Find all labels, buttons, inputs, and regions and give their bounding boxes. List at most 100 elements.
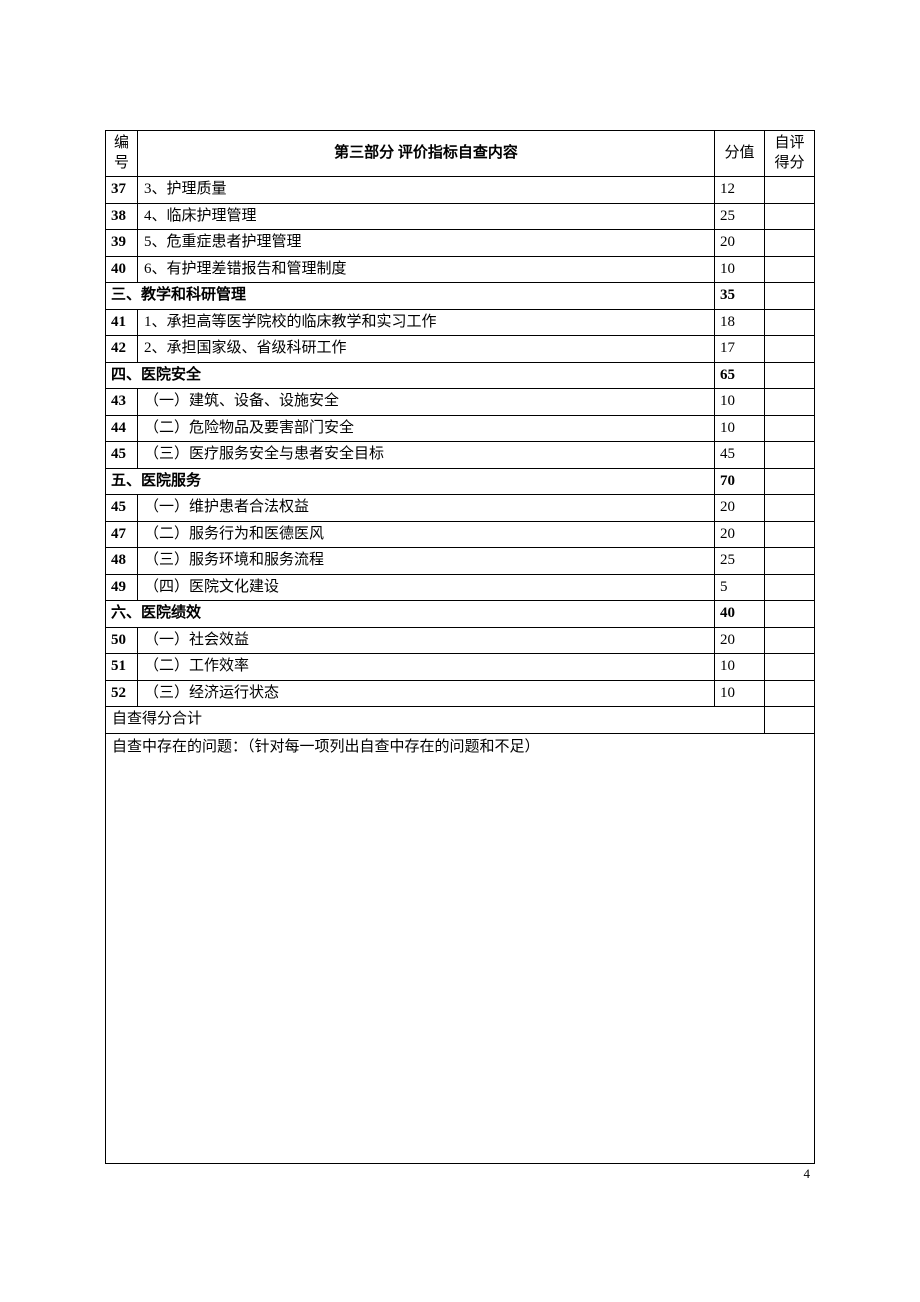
row-self-score bbox=[765, 177, 815, 204]
row-content: （二）危险物品及要害部门安全 bbox=[138, 415, 715, 442]
row-content: 6、有护理差错报告和管理制度 bbox=[138, 256, 715, 283]
row-self-score bbox=[765, 680, 815, 707]
row-id: 42 bbox=[106, 336, 138, 363]
table-row: 52（三）经济运行状态10 bbox=[106, 680, 815, 707]
row-id: 49 bbox=[106, 574, 138, 601]
row-score: 5 bbox=[715, 574, 765, 601]
total-row: 自查得分合计 bbox=[106, 707, 815, 734]
row-self-score bbox=[765, 442, 815, 469]
row-content: 4、临床护理管理 bbox=[138, 203, 715, 230]
table-row: 51（二）工作效率10 bbox=[106, 654, 815, 681]
row-content: 1、承担高等医学院校的临床教学和实习工作 bbox=[138, 309, 715, 336]
table-row: 50（一）社会效益20 bbox=[106, 627, 815, 654]
row-score: 10 bbox=[715, 415, 765, 442]
row-self-score bbox=[765, 574, 815, 601]
row-score: 10 bbox=[715, 654, 765, 681]
row-score: 10 bbox=[715, 680, 765, 707]
table-row: 47（二）服务行为和医德医风20 bbox=[106, 521, 815, 548]
row-score: 12 bbox=[715, 177, 765, 204]
table-row: 四、医院安全65 bbox=[106, 362, 815, 389]
row-content: 2、承担国家级、省级科研工作 bbox=[138, 336, 715, 363]
section-self-score bbox=[765, 601, 815, 628]
section-self-score bbox=[765, 362, 815, 389]
table-row: 48（三）服务环境和服务流程25 bbox=[106, 548, 815, 575]
row-self-score bbox=[765, 627, 815, 654]
table-row: 384、临床护理管理25 bbox=[106, 203, 815, 230]
section-label: 四、医院安全 bbox=[106, 362, 715, 389]
row-content: （三）经济运行状态 bbox=[138, 680, 715, 707]
row-content: （三）服务环境和服务流程 bbox=[138, 548, 715, 575]
header-self: 自评得分 bbox=[765, 131, 815, 177]
row-self-score bbox=[765, 548, 815, 575]
row-id: 50 bbox=[106, 627, 138, 654]
table-row: 422、承担国家级、省级科研工作17 bbox=[106, 336, 815, 363]
row-self-score bbox=[765, 521, 815, 548]
total-label: 自查得分合计 bbox=[106, 707, 765, 734]
row-id: 45 bbox=[106, 442, 138, 469]
section-self-score bbox=[765, 468, 815, 495]
row-score: 17 bbox=[715, 336, 765, 363]
header-content: 第三部分 评价指标自查内容 bbox=[138, 131, 715, 177]
row-content: （二）工作效率 bbox=[138, 654, 715, 681]
table-row: 44（二）危险物品及要害部门安全10 bbox=[106, 415, 815, 442]
table-row: 45（一）维护患者合法权益20 bbox=[106, 495, 815, 522]
row-score: 20 bbox=[715, 521, 765, 548]
row-id: 52 bbox=[106, 680, 138, 707]
row-id: 43 bbox=[106, 389, 138, 416]
table-row: 406、有护理差错报告和管理制度10 bbox=[106, 256, 815, 283]
row-self-score bbox=[765, 495, 815, 522]
row-score: 25 bbox=[715, 203, 765, 230]
section-score: 70 bbox=[715, 468, 765, 495]
total-self-score bbox=[765, 707, 815, 734]
row-id: 37 bbox=[106, 177, 138, 204]
table-row: 五、医院服务70 bbox=[106, 468, 815, 495]
row-score: 20 bbox=[715, 627, 765, 654]
header-score: 分值 bbox=[715, 131, 765, 177]
row-content: （一）建筑、设备、设施安全 bbox=[138, 389, 715, 416]
row-content: 5、危重症患者护理管理 bbox=[138, 230, 715, 257]
row-score: 18 bbox=[715, 309, 765, 336]
table-row: 43（一）建筑、设备、设施安全10 bbox=[106, 389, 815, 416]
row-self-score bbox=[765, 336, 815, 363]
table-row: 373、护理质量12 bbox=[106, 177, 815, 204]
section-score: 65 bbox=[715, 362, 765, 389]
table-row: 45（三）医疗服务安全与患者安全目标45 bbox=[106, 442, 815, 469]
table-header-row: 编号 第三部分 评价指标自查内容 分值 自评得分 bbox=[106, 131, 815, 177]
table-row: 六、医院绩效40 bbox=[106, 601, 815, 628]
row-self-score bbox=[765, 203, 815, 230]
row-id: 38 bbox=[106, 203, 138, 230]
section-label: 五、医院服务 bbox=[106, 468, 715, 495]
table-row: 49（四）医院文化建设5 bbox=[106, 574, 815, 601]
row-score: 10 bbox=[715, 389, 765, 416]
notes-row: 自查中存在的问题：（针对每一项列出自查中存在的问题和不足） bbox=[106, 733, 815, 1163]
table-row: 411、承担高等医学院校的临床教学和实习工作18 bbox=[106, 309, 815, 336]
row-id: 40 bbox=[106, 256, 138, 283]
row-score: 20 bbox=[715, 495, 765, 522]
row-score: 20 bbox=[715, 230, 765, 257]
section-label: 三、教学和科研管理 bbox=[106, 283, 715, 310]
row-self-score bbox=[765, 256, 815, 283]
section-score: 40 bbox=[715, 601, 765, 628]
page-number: 4 bbox=[804, 1166, 811, 1182]
row-id: 48 bbox=[106, 548, 138, 575]
row-content: 3、护理质量 bbox=[138, 177, 715, 204]
row-id: 51 bbox=[106, 654, 138, 681]
row-id: 41 bbox=[106, 309, 138, 336]
row-id: 39 bbox=[106, 230, 138, 257]
table-row: 三、教学和科研管理35 bbox=[106, 283, 815, 310]
section-label: 六、医院绩效 bbox=[106, 601, 715, 628]
row-id: 44 bbox=[106, 415, 138, 442]
row-self-score bbox=[765, 389, 815, 416]
evaluation-table: 编号 第三部分 评价指标自查内容 分值 自评得分 373、护理质量12384、临… bbox=[105, 130, 815, 1164]
row-self-score bbox=[765, 654, 815, 681]
row-content: （一）维护患者合法权益 bbox=[138, 495, 715, 522]
section-score: 35 bbox=[715, 283, 765, 310]
row-self-score bbox=[765, 309, 815, 336]
row-self-score bbox=[765, 415, 815, 442]
row-content: （三）医疗服务安全与患者安全目标 bbox=[138, 442, 715, 469]
row-score: 10 bbox=[715, 256, 765, 283]
row-score: 45 bbox=[715, 442, 765, 469]
row-score: 25 bbox=[715, 548, 765, 575]
section-self-score bbox=[765, 283, 815, 310]
row-content: （一）社会效益 bbox=[138, 627, 715, 654]
